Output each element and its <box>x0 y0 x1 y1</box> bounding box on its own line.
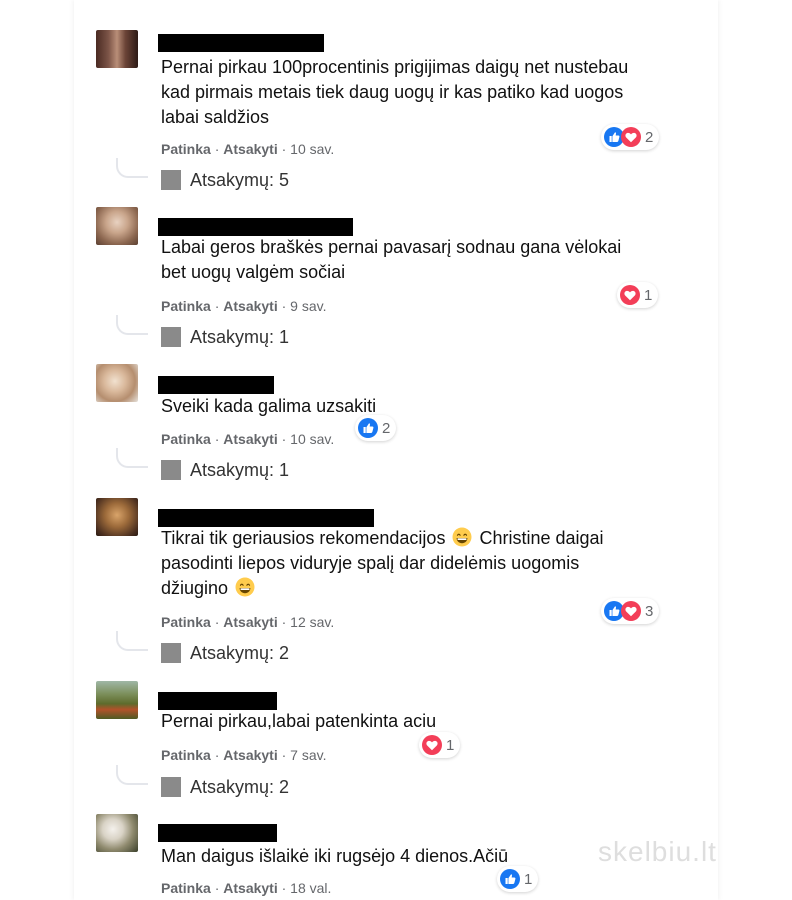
grinning-emoji-icon <box>235 577 255 597</box>
like-link[interactable]: Patinka <box>161 614 211 630</box>
reply-link[interactable]: Atsakyti <box>223 880 277 896</box>
comment-actions: Patinka · Atsakyti · 7 sav. <box>161 747 327 763</box>
avatar[interactable] <box>96 814 138 852</box>
reaction-count: 2 <box>645 128 654 146</box>
reaction-summary[interactable]: 1 <box>497 866 539 892</box>
thread-connector <box>116 448 148 468</box>
reply-link[interactable]: Atsakyti <box>223 747 277 763</box>
reaction-summary[interactable]: 3 <box>601 598 660 624</box>
thread-connector <box>116 765 148 785</box>
reply-thumbnail-icon <box>161 643 181 663</box>
comment-actions: Patinka · Atsakyti · 10 sav. <box>161 141 335 157</box>
avatar[interactable] <box>96 30 138 68</box>
redacted-author-name[interactable] <box>158 824 277 842</box>
comment-text: Sveiki kada galima uzsakiti <box>161 396 377 416</box>
comment-actions: Patinka · Atsakyti · 12 sav. <box>161 614 335 630</box>
comment-text: Labai geros braškės pernai pavasarį sodn… <box>161 237 622 282</box>
reaction-summary[interactable]: 2 <box>601 124 660 150</box>
reply-link[interactable]: Atsakyti <box>223 298 277 314</box>
comment-text: Man daigus išlaikė iki rugsėjo 4 dienos.… <box>161 846 509 866</box>
comment-text: Pernai pirkau 100procentinis prigijimas … <box>161 57 629 127</box>
like-reaction-icon <box>358 418 378 438</box>
comment-text: Pernai pirkau,labai patenkinta aciu <box>161 711 437 731</box>
reply-thumbnail-icon <box>161 460 181 480</box>
reaction-count: 3 <box>645 602 654 620</box>
reaction-count: 1 <box>446 736 455 754</box>
view-replies-button[interactable]: Atsakymų: 1 <box>161 459 289 481</box>
replies-count: Atsakymų: 1 <box>190 326 290 347</box>
reply-link[interactable]: Atsakyti <box>223 614 277 630</box>
redacted-author-name[interactable] <box>158 34 324 52</box>
comment-timestamp: · 9 sav. <box>281 298 327 314</box>
like-link[interactable]: Patinka <box>161 747 211 763</box>
replies-count: Atsakymų: 2 <box>190 776 290 797</box>
reaction-summary[interactable]: 1 <box>617 282 659 308</box>
reply-thumbnail-icon <box>161 170 181 190</box>
like-link[interactable]: Patinka <box>161 880 211 896</box>
comments-panel: Pernai pirkau 100procentinis prigijimas … <box>74 0 718 900</box>
comment-timestamp: · 10 sav. <box>281 431 335 447</box>
love-reaction-icon <box>620 285 640 305</box>
view-replies-button[interactable]: Atsakymų: 2 <box>161 642 289 664</box>
avatar[interactable] <box>96 681 138 719</box>
replies-count: Atsakymų: 5 <box>190 169 290 190</box>
redacted-author-name[interactable] <box>158 376 274 394</box>
reply-thumbnail-icon <box>161 327 181 347</box>
comment-timestamp: · 12 sav. <box>281 614 335 630</box>
love-reaction-icon <box>621 127 641 147</box>
comment-timestamp: · 18 val. <box>281 880 332 896</box>
comment-timestamp: · 7 sav. <box>281 747 327 763</box>
like-link[interactable]: Patinka <box>161 431 211 447</box>
redacted-author-name[interactable] <box>158 218 353 236</box>
comment-actions: Patinka · Atsakyti · 9 sav. <box>161 298 327 314</box>
avatar[interactable] <box>96 364 138 402</box>
redacted-author-name[interactable] <box>158 692 277 710</box>
like-reaction-icon <box>500 869 520 889</box>
grinning-emoji-icon <box>452 527 472 547</box>
comment-text-part: Tikrai tik geriausios rekomendacijos <box>161 528 446 548</box>
comment-timestamp: · 10 sav. <box>281 141 335 157</box>
replies-count: Atsakymų: 2 <box>190 642 290 663</box>
like-link[interactable]: Patinka <box>161 298 211 314</box>
reaction-summary[interactable]: 2 <box>355 415 397 441</box>
reply-thumbnail-icon <box>161 777 181 797</box>
thread-connector <box>116 631 148 651</box>
view-replies-button[interactable]: Atsakymų: 1 <box>161 326 289 348</box>
comment-text: Tikrai tik geriausios rekomendacijos Chr… <box>161 526 631 601</box>
watermark: skelbiu.lt <box>598 836 717 867</box>
redacted-author-name[interactable] <box>158 509 374 527</box>
reaction-count: 1 <box>644 286 653 304</box>
view-replies-button[interactable]: Atsakymų: 5 <box>161 169 289 191</box>
avatar[interactable] <box>96 498 138 536</box>
thread-connector <box>116 158 148 178</box>
love-reaction-icon <box>621 601 641 621</box>
reaction-summary[interactable]: 1 <box>419 732 461 758</box>
reaction-count: 1 <box>524 870 533 888</box>
replies-count: Atsakymų: 1 <box>190 459 290 480</box>
reply-link[interactable]: Atsakyti <box>223 141 277 157</box>
avatar[interactable] <box>96 207 138 245</box>
love-reaction-icon <box>422 735 442 755</box>
comment-actions: Patinka · Atsakyti · 10 sav. <box>161 431 335 447</box>
view-replies-button[interactable]: Atsakymų: 2 <box>161 776 289 798</box>
like-link[interactable]: Patinka <box>161 141 211 157</box>
comment-actions: Patinka · Atsakyti · 18 val. <box>161 880 332 896</box>
reply-link[interactable]: Atsakyti <box>223 431 277 447</box>
reaction-count: 2 <box>382 419 391 437</box>
thread-connector <box>116 315 148 335</box>
